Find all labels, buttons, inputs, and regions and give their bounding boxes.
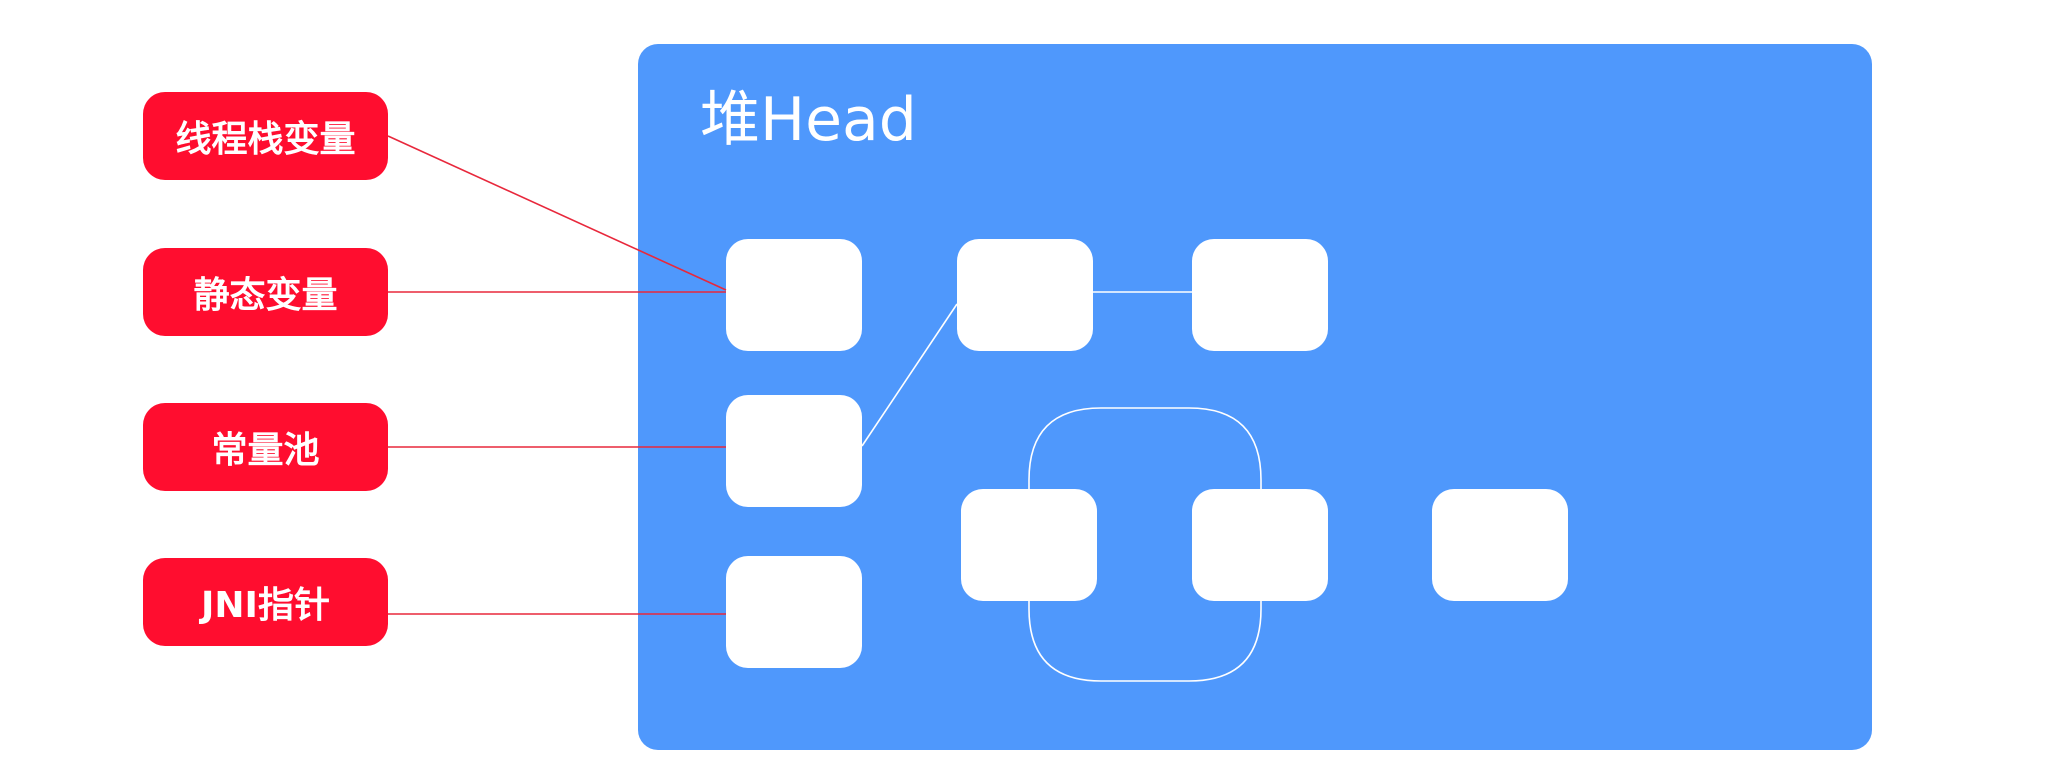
heap-object-h <box>1432 489 1568 601</box>
root-thread-stack-variable: 线程栈变量 <box>143 92 388 180</box>
heap-object-f <box>961 489 1097 601</box>
gc-roots-diagram: 堆Head 线程栈变量 静态变量 常量池 JNI指针 <box>0 0 2046 766</box>
heap-object-a <box>726 239 862 351</box>
heap-object-g <box>1192 489 1328 601</box>
heap-title: 堆Head <box>700 85 917 155</box>
heap-object-b <box>726 395 862 507</box>
heap-object-d <box>957 239 1093 351</box>
heap-object-e <box>1192 239 1328 351</box>
heap-object-c <box>726 556 862 668</box>
root-static-variable: 静态变量 <box>143 248 388 336</box>
root-constant-pool: 常量池 <box>143 403 388 491</box>
root-jni-pointer: JNI指针 <box>143 558 388 646</box>
